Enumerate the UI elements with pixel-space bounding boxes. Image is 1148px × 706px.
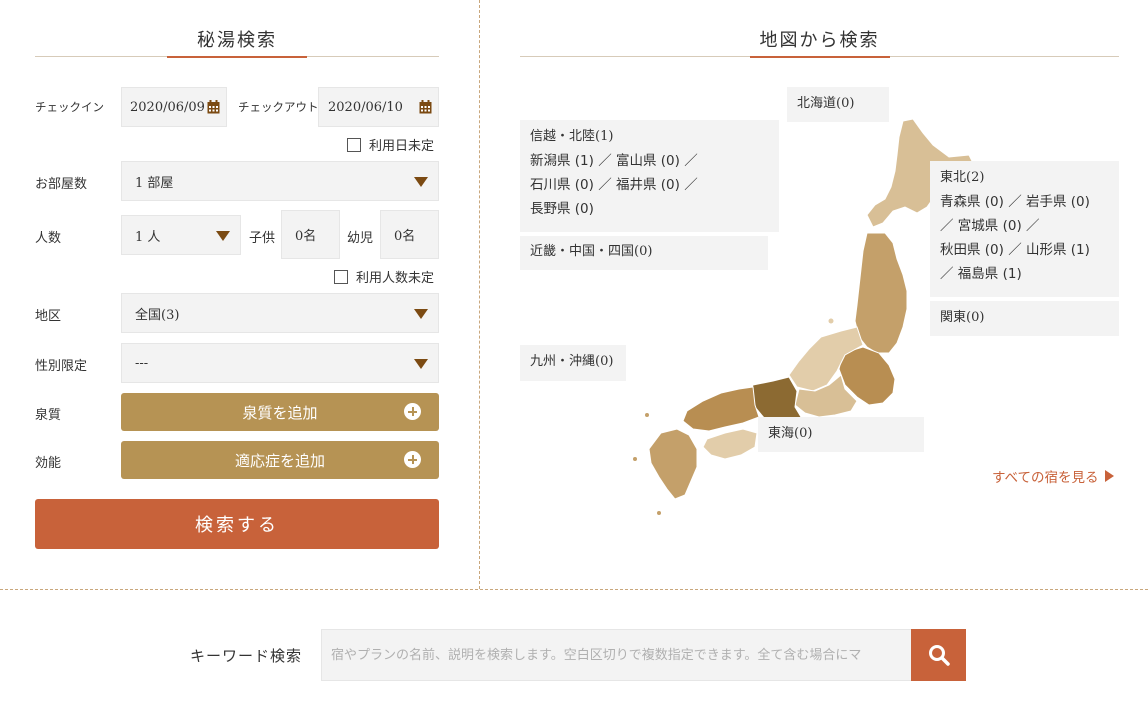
checkout-label: チェックアウト [238, 100, 319, 114]
keyword-search-input[interactable] [321, 629, 912, 681]
hitou-search-panel: 秘湯検索 チェックイン 2020/06/09 チェックアウト 2020/06/1… [0, 0, 480, 589]
map-shikoku [702, 428, 758, 460]
checkout-field[interactable]: 2020/06/10 [318, 87, 439, 127]
efficacy-label: 効能 [35, 456, 62, 471]
region-kanto-label: 関東(0) [940, 310, 985, 325]
infant-field[interactable]: 0名 [380, 210, 439, 259]
checkin-field[interactable]: 2020/06/09 [121, 87, 227, 127]
search-icon [928, 645, 950, 666]
add-quality-button[interactable]: 泉質を追加 [121, 393, 439, 431]
area-value: 全国(3) [135, 307, 180, 323]
plus-circle-icon [404, 403, 421, 420]
gender-select[interactable]: --- [121, 343, 439, 383]
infant-value: 0名 [394, 229, 416, 244]
gender-label: 性別限定 [35, 359, 88, 374]
people-select[interactable]: 1 人 [121, 215, 241, 255]
region-hokkaido-label: 北海道(0) [797, 96, 855, 111]
area-select[interactable]: 全国(3) [121, 293, 439, 333]
region-kanto[interactable]: 関東(0) [930, 301, 1119, 336]
map-island [633, 457, 637, 461]
people-undecided-checkbox[interactable]: 利用人数未定 [334, 267, 434, 286]
date-undecided-checkbox[interactable]: 利用日未定 [347, 135, 434, 154]
rooms-select[interactable]: 1 部屋 [121, 161, 439, 201]
search-button[interactable]: 検索する [35, 499, 439, 549]
keyword-search-label: キーワード検索 [190, 647, 303, 665]
region-kyushu-label: 九州・沖縄(0) [530, 354, 614, 369]
calendar-icon [419, 100, 432, 114]
region-tohoku-prefs-4[interactable]: ／ 福島県 (1) [940, 262, 1109, 286]
map-kyushu [648, 428, 698, 500]
play-arrow-icon [1104, 470, 1114, 482]
see-all-link[interactable]: すべての宿を見る [992, 466, 1114, 486]
add-quality-label: 泉質を追加 [242, 403, 318, 422]
region-shinetsu-prefs-2[interactable]: 石川県 (0) ／ 福井県 (0) ／ [530, 173, 769, 197]
infant-label: 幼児 [347, 231, 374, 246]
dropdown-arrow-icon [414, 177, 428, 187]
map-tohoku [854, 232, 908, 354]
keyword-search-button[interactable] [911, 629, 966, 681]
checkin-value: 2020/06/09 [130, 99, 205, 115]
map-chugoku [682, 386, 760, 432]
region-tohoku-prefs-1[interactable]: 青森県 (0) ／ 岩手県 (0) [940, 190, 1109, 214]
region-tohoku[interactable]: 東北(2) 青森県 (0) ／ 岩手県 (0) ／ 宮城県 (0) ／ 秋田県 … [930, 161, 1119, 297]
section-divider [0, 589, 1148, 590]
map-island [828, 318, 834, 324]
region-shinetsu-prefs-1[interactable]: 新潟県 (1) ／ 富山県 (0) ／ [530, 149, 769, 173]
region-shinetsu-label: 信越・北陸(1) [530, 129, 614, 144]
people-label: 人数 [35, 231, 62, 246]
plus-circle-icon [404, 451, 421, 468]
child-field[interactable]: 0名 [281, 210, 340, 259]
map-island [645, 413, 649, 417]
region-tohoku-prefs-2[interactable]: ／ 宮城県 (0) ／ [940, 214, 1109, 238]
region-hokkaido[interactable]: 北海道(0) [787, 87, 889, 122]
hitou-search-title: 秘湯検索 [197, 30, 277, 51]
map-search-title: 地図から検索 [759, 30, 880, 51]
region-tokai-label: 東海(0) [768, 426, 813, 441]
region-tokai[interactable]: 東海(0) [758, 417, 924, 452]
child-label: 子供 [249, 231, 276, 246]
date-undecided-label: 利用日未定 [369, 139, 435, 154]
map-search-panel: 地図から検索 北海道(0) 信越・北陸(1) 新潟県 (1) ／ 富山県 (0)… [481, 0, 1148, 589]
region-tohoku-label: 東北(2) [940, 170, 985, 185]
add-efficacy-button[interactable]: 適応症を追加 [121, 441, 439, 479]
region-shinetsu-prefs-3[interactable]: 長野県 (0) [530, 197, 769, 221]
quality-label: 泉質 [35, 408, 62, 423]
area-label: 地区 [35, 309, 62, 324]
region-tohoku-prefs-3[interactable]: 秋田県 (0) ／ 山形県 (1) [940, 238, 1109, 262]
see-all-label: すべての宿を見る [992, 470, 1099, 486]
region-kinki[interactable]: 近畿・中国・四国(0) [520, 236, 768, 270]
checkbox-box[interactable] [334, 269, 348, 284]
rooms-label: お部屋数 [35, 177, 88, 192]
gender-value: --- [135, 355, 149, 371]
rooms-value: 1 部屋 [135, 175, 174, 191]
child-value: 0名 [295, 229, 317, 244]
people-undecided-label: 利用人数未定 [356, 271, 435, 286]
dropdown-arrow-icon [216, 231, 230, 241]
region-shinetsu[interactable]: 信越・北陸(1) 新潟県 (1) ／ 富山県 (0) ／ 石川県 (0) ／ 福… [520, 120, 779, 232]
checkbox-box[interactable] [347, 137, 361, 152]
checkout-value: 2020/06/10 [328, 99, 403, 115]
add-efficacy-label: 適応症を追加 [234, 451, 325, 470]
hitou-title-rule [35, 56, 439, 57]
region-kyushu[interactable]: 九州・沖縄(0) [520, 345, 626, 381]
people-value: 1 人 [135, 229, 161, 245]
checkin-label: チェックイン [35, 100, 104, 114]
region-kinki-label: 近畿・中国・四国(0) [530, 244, 653, 259]
map-title-rule [520, 56, 1119, 57]
calendar-icon [207, 100, 220, 114]
dropdown-arrow-icon [414, 359, 428, 369]
map-island [657, 511, 661, 515]
dropdown-arrow-icon [414, 309, 428, 319]
